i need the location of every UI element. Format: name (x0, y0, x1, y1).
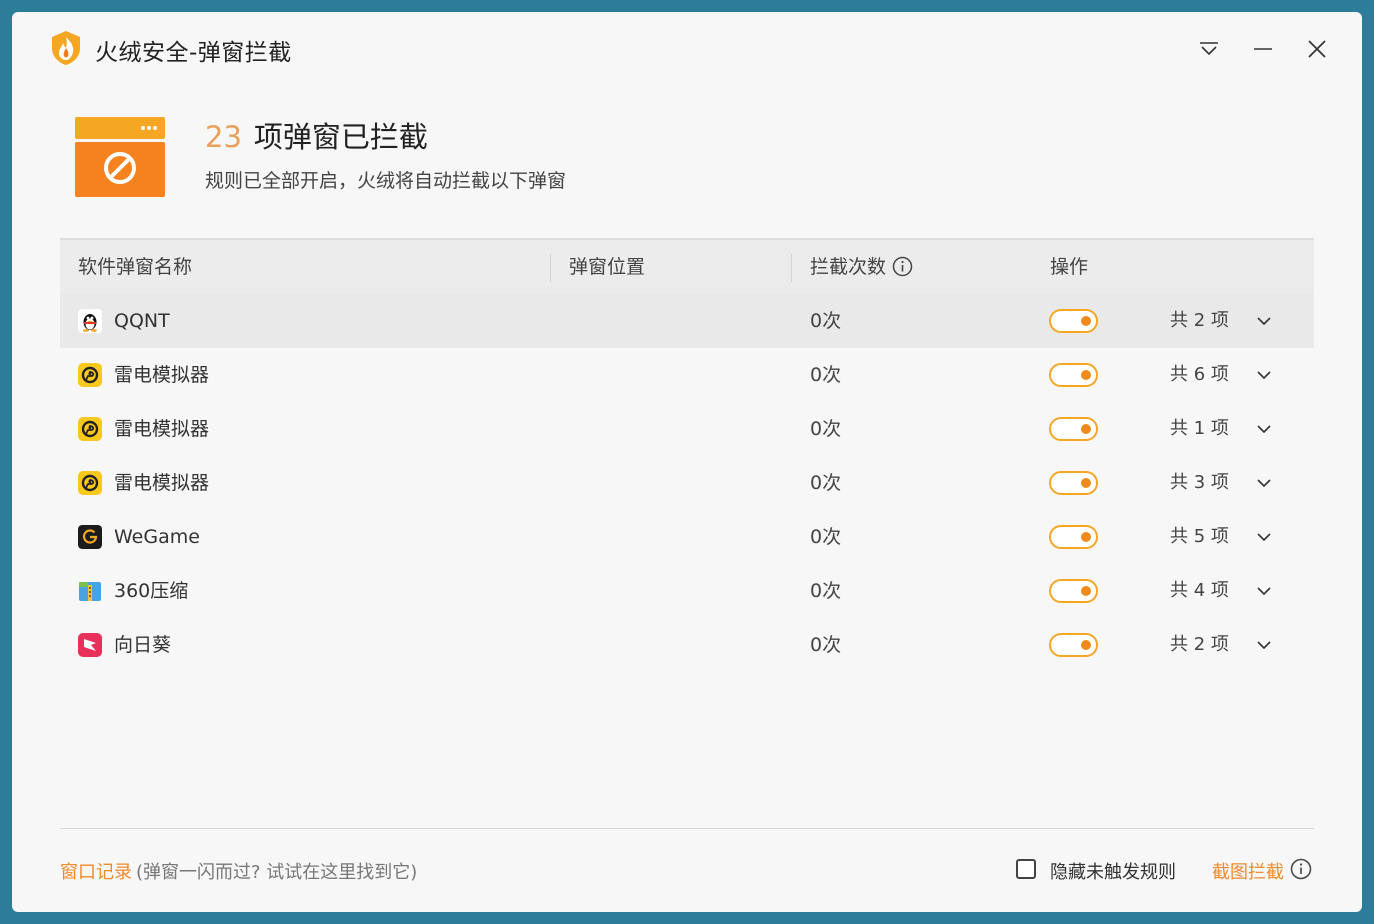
360zip-icon (78, 579, 102, 603)
close-icon (1308, 40, 1326, 58)
table-row[interactable]: 雷电模拟器 0次 共 1 项 (60, 402, 1314, 456)
chevron-down-icon (1257, 640, 1271, 649)
header-action: 操作 (1050, 256, 1089, 278)
hide-untriggered-checkbox[interactable] (1016, 859, 1036, 879)
expand-button[interactable] (1252, 417, 1276, 441)
blocked-popup-icon (75, 117, 165, 197)
window-history-link[interactable]: 窗口记录 (60, 858, 132, 884)
menu-button[interactable] (1194, 34, 1224, 64)
rule-total: 共 5 项 (1170, 526, 1229, 547)
leidian-icon (78, 363, 102, 387)
window-title: 火绒安全-弹窗拦截 (95, 40, 292, 66)
header-position: 弹窗位置 (569, 256, 646, 278)
qq-icon (78, 309, 102, 333)
app-name: 雷电模拟器 (114, 472, 210, 494)
minimize-button[interactable] (1248, 34, 1278, 64)
chevron-down-icon (1257, 316, 1271, 325)
title-bar: 火绒安全-弹窗拦截 (12, 12, 1362, 84)
rule-toggle[interactable] (1049, 579, 1098, 603)
info-icon[interactable] (892, 256, 913, 277)
header-name: 软件弹窗名称 (78, 256, 193, 278)
chevron-down-icon (1257, 370, 1271, 379)
hero-title-text: 项弹窗已拦截 (253, 120, 428, 154)
screenshot-block-link[interactable]: 截图拦截 (1212, 858, 1284, 884)
expand-button[interactable] (1252, 525, 1276, 549)
huorong-logo-icon (52, 31, 80, 65)
rule-toggle[interactable] (1049, 525, 1098, 549)
wegame-icon (78, 525, 102, 549)
app-name: 360压缩 (114, 580, 189, 602)
app-name: 雷电模拟器 (114, 364, 210, 386)
expand-button[interactable] (1252, 309, 1276, 333)
close-button[interactable] (1302, 34, 1332, 64)
header-divider[interactable] (550, 254, 551, 282)
app-name: QQNT (114, 310, 170, 332)
block-count: 0次 (810, 634, 842, 656)
block-count: 0次 (810, 580, 842, 602)
table-row[interactable]: 360压缩 0次 共 4 项 (60, 564, 1314, 618)
rules-table: 软件弹窗名称 弹窗位置 拦截次数 操作 QQNT 0次共 2 项雷电模拟器 0次共 … (60, 238, 1314, 672)
sunflower-icon (78, 633, 102, 657)
app-name: 雷电模拟器 (114, 418, 210, 440)
header-divider[interactable] (791, 254, 792, 282)
rule-total: 共 3 项 (1170, 472, 1229, 493)
table-row[interactable]: 雷电模拟器 0次 共 3 项 (60, 456, 1314, 510)
block-count: 0次 (810, 418, 842, 440)
hide-untriggered-label[interactable]: 隐藏未触发规则 (1050, 858, 1176, 884)
hero-subtitle: 规则已全部开启，火绒将自动拦截以下弹窗 (205, 170, 567, 192)
rule-toggle[interactable] (1049, 363, 1098, 387)
header-count: 拦截次数 (810, 240, 913, 294)
rule-total: 共 6 项 (1170, 364, 1229, 385)
minimize-icon (1254, 48, 1272, 50)
chevron-down-icon (1257, 586, 1271, 595)
popup-blocker-window: 火绒安全-弹窗拦截 23 项弹窗已拦截 规则已全部开启，火绒将自动拦截以下弹窗 … (12, 12, 1362, 912)
rule-toggle[interactable] (1049, 417, 1098, 441)
expand-button[interactable] (1252, 363, 1276, 387)
info-icon[interactable] (1290, 858, 1312, 880)
expand-button[interactable] (1252, 633, 1276, 657)
chevron-down-icon (1257, 424, 1271, 433)
chevron-down-icon (1257, 532, 1271, 541)
hero-title: 23 项弹窗已拦截 (205, 114, 428, 156)
block-count: 0次 (810, 526, 842, 548)
table-row[interactable]: 向日葵 0次 共 2 项 (60, 618, 1314, 672)
table-header: 软件弹窗名称 弹窗位置 拦截次数 操作 (60, 238, 1314, 294)
window-history-hint: (弹窗一闪而过? 试试在这里找到它) (136, 862, 418, 883)
rule-toggle[interactable] (1049, 633, 1098, 657)
rule-toggle[interactable] (1049, 471, 1098, 495)
leidian-icon (78, 471, 102, 495)
menu-dropdown-icon (1200, 42, 1218, 56)
rule-total: 共 4 项 (1170, 580, 1229, 601)
table-row[interactable]: 雷电模拟器 0次 共 6 项 (60, 348, 1314, 402)
header-count-label: 拦截次数 (810, 256, 887, 278)
app-name: WeGame (114, 526, 200, 548)
rule-total: 共 2 项 (1170, 634, 1229, 655)
rule-total: 共 1 项 (1170, 418, 1229, 439)
rule-toggle[interactable] (1049, 309, 1098, 333)
table-row[interactable]: QQNT 0次 共 2 项 (60, 294, 1314, 348)
expand-button[interactable] (1252, 471, 1276, 495)
expand-button[interactable] (1252, 579, 1276, 603)
block-count: 0次 (810, 472, 842, 494)
footer-divider (60, 828, 1314, 829)
leidian-icon (78, 417, 102, 441)
blocked-count: 23 (205, 120, 242, 154)
chevron-down-icon (1257, 478, 1271, 487)
table-body: QQNT 0次共 2 项雷电模拟器 0次共 6 项雷电模拟器 0次共 1 项雷电模拟器… (60, 294, 1314, 672)
app-name: 向日葵 (114, 634, 172, 656)
rule-total: 共 2 项 (1170, 310, 1229, 331)
table-row[interactable]: WeGame 0次 共 5 项 (60, 510, 1314, 564)
block-count: 0次 (810, 364, 842, 386)
block-count: 0次 (810, 310, 842, 332)
